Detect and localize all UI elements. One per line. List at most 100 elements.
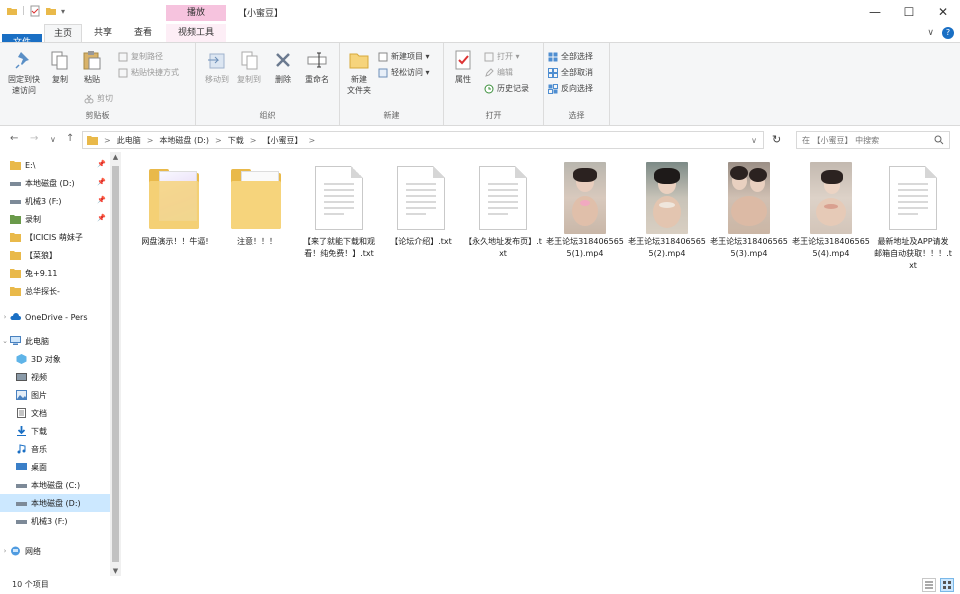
file-name: 【论坛介绍】.txt [390, 237, 452, 246]
cut-button[interactable]: 剪切 [84, 93, 113, 104]
minimize-button[interactable]: — [858, 0, 892, 24]
refresh-button[interactable]: ↻ [772, 133, 781, 146]
history-button[interactable]: 历史记录 [484, 83, 529, 94]
help-icon[interactable]: ? [942, 27, 954, 39]
sidebar-item-cailang[interactable]: 【菜狼】 [0, 246, 110, 264]
breadcrumb-drive-d[interactable]: 本地磁盘 (D:) [159, 135, 209, 146]
pin-quick-access-button[interactable]: 固定到快 速访问 [6, 49, 42, 96]
scroll-down-icon[interactable]: ▼ [110, 567, 121, 575]
delete-button[interactable]: 删除 [270, 49, 296, 85]
back-button[interactable]: ← [10, 133, 18, 144]
breadcrumb-this-pc[interactable]: 此电脑 [117, 135, 141, 146]
new-item-button[interactable]: 新建项目 ▾ [378, 51, 430, 62]
chevron-right-icon[interactable]: › [0, 313, 10, 321]
paste-shortcut-button[interactable]: 粘贴快捷方式 [118, 67, 179, 78]
file-item[interactable]: 老王论坛3184065655(1).mp4 [546, 162, 624, 260]
file-item[interactable]: 老王论坛3184065655(4).mp4 [792, 162, 870, 260]
new-folder-button[interactable]: 新建 文件夹 [344, 49, 374, 96]
close-button[interactable]: ✕ [926, 0, 960, 24]
sidebar-item-3d-objects[interactable]: 3D 对象 [0, 350, 110, 368]
sidebar-scrollbar[interactable]: ▲ ▼ [110, 152, 121, 576]
sidebar-item-this-pc[interactable]: ⌄ 此电脑 [0, 332, 110, 350]
large-icons-view-button[interactable] [940, 578, 954, 592]
address-bar[interactable]: > 此电脑 > 本地磁盘 (D:) > 下载 > 【小蜜豆】 > ∨ [82, 131, 764, 149]
edit-button[interactable]: 编辑 [484, 67, 513, 78]
sidebar-item-zonghua[interactable]: 总华探长- [0, 282, 110, 300]
breadcrumb-separator[interactable]: > [215, 136, 222, 145]
rename-button[interactable]: 重命名 [302, 49, 332, 85]
search-input[interactable]: 在 【小蜜豆】 中搜索 [796, 131, 950, 149]
move-to-button[interactable]: 移动到 [202, 49, 232, 85]
sidebar-item-videos[interactable]: 视频 [0, 368, 110, 386]
tab-video-tools[interactable]: 视频工具 [166, 24, 226, 42]
sidebar-item-icicis[interactable]: 【ICICIS 萌妹子 [0, 228, 110, 246]
file-item[interactable]: 网盘演示！！牛逼! [136, 162, 214, 248]
easy-access-button[interactable]: 轻松访问 ▾ [378, 67, 430, 78]
copy-path-button[interactable]: 复制路径 [118, 51, 163, 62]
sidebar-item-drive-d[interactable]: 本地磁盘 (D:) 📌 [0, 174, 110, 192]
copy-button[interactable]: 复制 [46, 49, 74, 85]
sidebar-item-drive-c[interactable]: 本地磁盘 (C:) [0, 476, 110, 494]
folder-icon [10, 287, 21, 296]
new-folder-icon[interactable] [45, 5, 57, 17]
recent-locations-button[interactable]: ∨ [50, 135, 56, 144]
invert-selection-button[interactable]: 反向选择 [548, 83, 593, 94]
text-file-icon [479, 166, 527, 230]
file-item[interactable]: 老王论坛3184065655(3).mp4 [710, 162, 788, 260]
address-dropdown-icon[interactable]: ∨ [751, 136, 757, 145]
open-group-label: 打开 [485, 111, 502, 120]
sidebar-item-drive-f-2[interactable]: 机械3 (F:) [0, 512, 110, 530]
select-none-icon [548, 67, 558, 78]
copy-to-button[interactable]: 复制到 [234, 49, 264, 85]
forward-button[interactable]: → [30, 133, 38, 144]
file-item[interactable]: 老王论坛3184065655(2).mp4 [628, 162, 706, 260]
tab-view[interactable]: 查看 [126, 24, 160, 42]
tab-home[interactable]: 主页 [44, 24, 82, 42]
qat-dropdown-icon[interactable]: ▾ [61, 7, 65, 16]
organize-group-label: 组织 [259, 111, 276, 120]
computer-icon [10, 336, 21, 345]
sidebar-item-pictures[interactable]: 图片 [0, 386, 110, 404]
select-all-button[interactable]: 全部选择 [548, 51, 593, 62]
chevron-down-icon[interactable]: ⌄ [0, 337, 10, 345]
breadcrumb-downloads[interactable]: 下载 [228, 135, 244, 146]
sidebar-item-network[interactable]: › 网络 [0, 542, 110, 560]
up-button[interactable]: ↑ [66, 133, 74, 144]
sidebar-item-documents[interactable]: 文档 [0, 404, 110, 422]
select-none-button[interactable]: 全部取消 [548, 67, 593, 78]
sidebar-item-drive-d-selected[interactable]: 本地磁盘 (D:) [0, 494, 110, 512]
select-all-icon [548, 52, 558, 61]
sidebar-item-drive-f[interactable]: 机械3 (F:) 📌 [0, 192, 110, 210]
scissors-icon [84, 94, 94, 103]
chevron-right-icon[interactable]: › [0, 547, 10, 555]
sidebar-item-tu[interactable]: 兔+9.11 [0, 264, 110, 282]
sidebar-item-onedrive[interactable]: › OneDrive - Pers [0, 308, 110, 326]
sidebar-item-music[interactable]: 音乐 [0, 440, 110, 458]
breadcrumb-current-folder[interactable]: 【小蜜豆】 [262, 135, 302, 146]
breadcrumb-separator[interactable]: > [250, 136, 257, 145]
properties-button[interactable]: 属性 [450, 49, 476, 85]
sidebar-item-downloads[interactable]: 下载 [0, 422, 110, 440]
breadcrumb-separator[interactable]: > [308, 136, 315, 145]
scroll-up-icon[interactable]: ▲ [110, 153, 121, 161]
breadcrumb-separator[interactable]: > [147, 136, 154, 145]
sidebar-item-recordings[interactable]: 录制 📌 [0, 210, 110, 228]
collapse-ribbon-icon[interactable]: ∨ [927, 28, 934, 38]
drive-icon [16, 502, 27, 506]
tab-share[interactable]: 共享 [86, 24, 120, 42]
scrollbar-thumb[interactable] [112, 166, 119, 562]
properties-icon[interactable] [29, 5, 41, 17]
paste-shortcut-icon [118, 68, 128, 77]
file-item[interactable]: 注意！！！ [218, 162, 296, 248]
file-item[interactable]: 【永久地址发布页】.txt [464, 162, 542, 260]
file-item[interactable]: 【论坛介绍】.txt [382, 162, 460, 248]
paste-button[interactable]: 粘贴 [78, 49, 106, 85]
file-item[interactable]: 【来了就能下载和观看！纯免费！】.txt [300, 162, 378, 260]
file-item[interactable]: 最新地址及APP请发邮箱自动获取！！！.txt [874, 162, 952, 272]
sidebar-item-e[interactable]: E:\ 📌 [0, 156, 110, 174]
maximize-button[interactable]: ☐ [892, 0, 926, 24]
details-view-button[interactable] [922, 578, 936, 592]
open-button[interactable]: 打开 ▾ [484, 51, 520, 62]
sidebar-item-desktop[interactable]: 桌面 [0, 458, 110, 476]
folder-icon [231, 167, 283, 229]
